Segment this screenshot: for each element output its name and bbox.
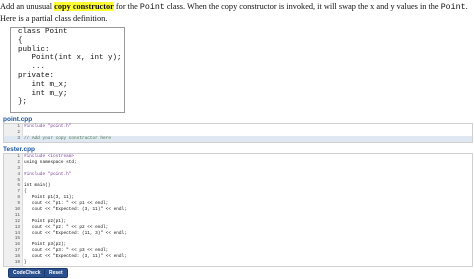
code-line[interactable]: 19} xyxy=(4,260,472,266)
prompt-lead: Add an unusual xyxy=(0,2,55,11)
code-text: // Add your copy constructor here xyxy=(24,135,111,141)
code-editor-point-cpp[interactable]: 1 #include "point.h" 2 3// Add your copy co… xyxy=(3,123,473,143)
prompt-mid-1: for the xyxy=(113,2,140,11)
line-number: 19 xyxy=(14,260,20,266)
class-definition-line: public: xyxy=(18,45,50,54)
class-definition-line: class Point xyxy=(18,28,68,36)
code-line[interactable]: 3 // Add your copy constructor here xyxy=(4,135,472,142)
problem-statement: Add an unusual copy constructor for the … xyxy=(0,1,472,24)
class-definition-line: int m_y; xyxy=(18,89,68,98)
class-definition-line: }; xyxy=(18,98,28,107)
class-definition-line: Point(int x, int y); xyxy=(18,54,122,63)
file-label-point-cpp: point.cpp xyxy=(3,116,33,123)
prompt-highlight: copy constructor xyxy=(54,2,114,11)
class-definition-line: private: xyxy=(18,71,55,80)
reset-button[interactable]: Reset xyxy=(44,268,68,278)
prompt-point-2: Point xyxy=(440,3,466,12)
file-label-tester-cpp: Tester.cpp xyxy=(3,146,36,153)
line-number: 3 xyxy=(17,135,20,141)
class-definition-line: int m_x; xyxy=(18,80,68,89)
class-definition-line: { xyxy=(18,36,23,45)
class-definition-line: ... xyxy=(18,63,46,72)
prompt-mid-2: class. When the copy constructor is invo… xyxy=(164,2,441,11)
code-text: } xyxy=(24,260,27,266)
codecheck-button[interactable]: CodeCheck xyxy=(8,268,46,278)
code-editor-tester-cpp[interactable]: 1 #include <iostream> 2 using namespace std… xyxy=(3,153,473,267)
class-definition-code: class Point{public: Point(int x, int y);… xyxy=(11,28,124,107)
prompt-point-1: Point xyxy=(139,3,165,12)
class-definition-box: class Point{public: Point(int x, int y);… xyxy=(10,27,125,113)
